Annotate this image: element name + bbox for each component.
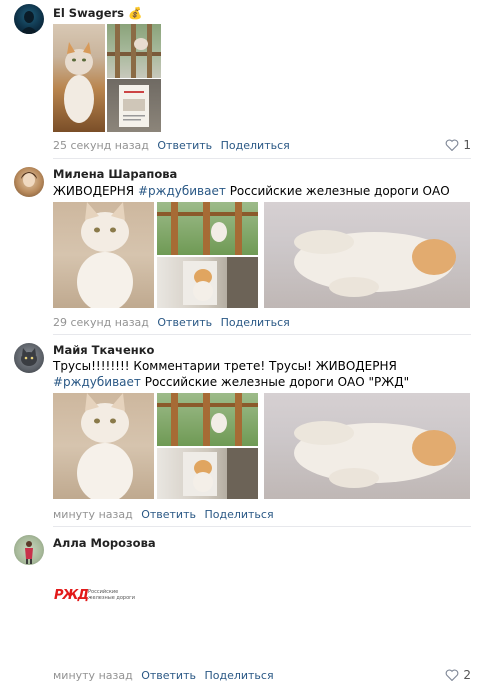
fence-photo-icon — [157, 202, 258, 255]
comment-text-tail: Российские железные дороги ОАО "РЖД" — [144, 375, 410, 389]
photo-fence-garden[interactable] — [157, 393, 258, 446]
photo-dead-cat[interactable] — [264, 202, 470, 308]
money-bag-icon: 💰 — [128, 6, 143, 20]
reply-button[interactable]: Ответить — [157, 139, 212, 152]
comment-1: El Swagers 💰 25 секунд назад Ответить По… — [0, 0, 483, 160]
comment-time[interactable]: минуту назад — [53, 508, 133, 521]
fence-photo-icon — [157, 393, 258, 446]
comment-meta: минуту назад Ответить Поделиться — [53, 508, 279, 521]
cat-photo-icon — [64, 42, 94, 123]
photo-dead-cat[interactable] — [264, 393, 470, 499]
author-name[interactable]: El Swagers — [53, 6, 124, 20]
rzd-logo-mark: РЖД — [54, 588, 89, 603]
lying-cat-photo-icon — [294, 230, 456, 297]
heart-icon — [446, 669, 459, 682]
white-cat-photo-icon — [77, 202, 133, 308]
comment-2: Милена Шарапова ЖИВОДЕРНЯ #рждубивает Ро… — [0, 160, 483, 335]
comment-author[interactable]: Алла Морозова — [53, 536, 156, 550]
avatar-face-icon — [21, 172, 37, 187]
rzd-logo-line2: железные дороги — [88, 595, 136, 601]
like-button[interactable]: 1 — [445, 138, 471, 152]
comment-time[interactable]: минуту назад — [53, 669, 133, 682]
comment-separator — [53, 158, 471, 159]
notice-photo-icon — [119, 85, 149, 127]
avatar-person-icon — [25, 541, 33, 564]
comment-time[interactable]: 29 секунд назад — [53, 316, 149, 329]
lying-cat-photo-icon — [294, 421, 456, 488]
comment-4: Алла Морозова РЖД Российские железные до… — [0, 527, 483, 685]
like-count: 1 — [463, 138, 471, 152]
share-button[interactable]: Поделиться — [221, 139, 290, 152]
comment-time[interactable]: 25 секунд назад — [53, 139, 149, 152]
avatar-figure-icon — [20, 11, 38, 34]
white-cat-photo-icon — [77, 393, 133, 499]
comment-3: Майя Ткаченко Трусы!!!!!!!! Комментарии … — [0, 335, 483, 527]
box-cat-photo-icon — [183, 448, 258, 499]
photo-cat-in-box[interactable] — [157, 257, 258, 308]
photo-cat-on-table[interactable] — [53, 24, 105, 132]
comment-meta: минуту назад Ответить Поделиться — [53, 669, 279, 682]
comment-meta: 29 секунд назад Ответить Поделиться — [53, 316, 295, 329]
reply-button[interactable]: Ответить — [141, 669, 196, 682]
avatar[interactable] — [14, 535, 44, 565]
share-button[interactable]: Поделиться — [221, 316, 290, 329]
rzd-logo[interactable]: РЖД Российские железные дороги — [54, 588, 144, 604]
photo-notice-paper[interactable] — [107, 79, 161, 132]
avatar[interactable] — [14, 167, 44, 197]
comment-text-main: Трусы!!!!!!!! Комментарии трете! Трусы! … — [53, 359, 397, 373]
comment-meta: 25 секунд назад Ответить Поделиться — [53, 139, 295, 152]
photo-white-cat-sitting[interactable] — [53, 202, 154, 308]
avatar[interactable] — [14, 4, 44, 34]
share-button[interactable]: Поделиться — [204, 508, 273, 521]
share-button[interactable]: Поделиться — [204, 669, 273, 682]
comment-text: Трусы!!!!!!!! Комментарии трете! Трусы! … — [53, 358, 473, 390]
cage-photo-icon — [107, 24, 161, 78]
photo-cat-cage[interactable] — [107, 24, 161, 78]
box-cat-photo-icon — [183, 257, 258, 308]
hashtag-link[interactable]: #рждубивает — [53, 375, 141, 389]
heart-icon — [446, 139, 459, 152]
reply-button[interactable]: Ответить — [157, 316, 212, 329]
photo-fence-garden[interactable] — [157, 202, 258, 255]
avatar-cat-icon — [21, 348, 37, 366]
photo-white-cat-sitting[interactable] — [53, 393, 154, 499]
comment-text-main: ЖИВОДЕРНЯ — [53, 184, 135, 198]
like-count: 2 — [463, 668, 471, 682]
like-button[interactable]: 2 — [445, 668, 471, 682]
comment-author[interactable]: Майя Ткаченко — [53, 343, 154, 357]
reply-button[interactable]: Ответить — [141, 508, 196, 521]
avatar[interactable] — [14, 343, 44, 373]
comment-author[interactable]: Милена Шарапова — [53, 167, 177, 181]
comment-author[interactable]: El Swagers 💰 — [53, 6, 142, 20]
photo-cat-in-box[interactable] — [157, 448, 258, 499]
hashtag-link[interactable]: #рждубивает — [138, 184, 226, 198]
